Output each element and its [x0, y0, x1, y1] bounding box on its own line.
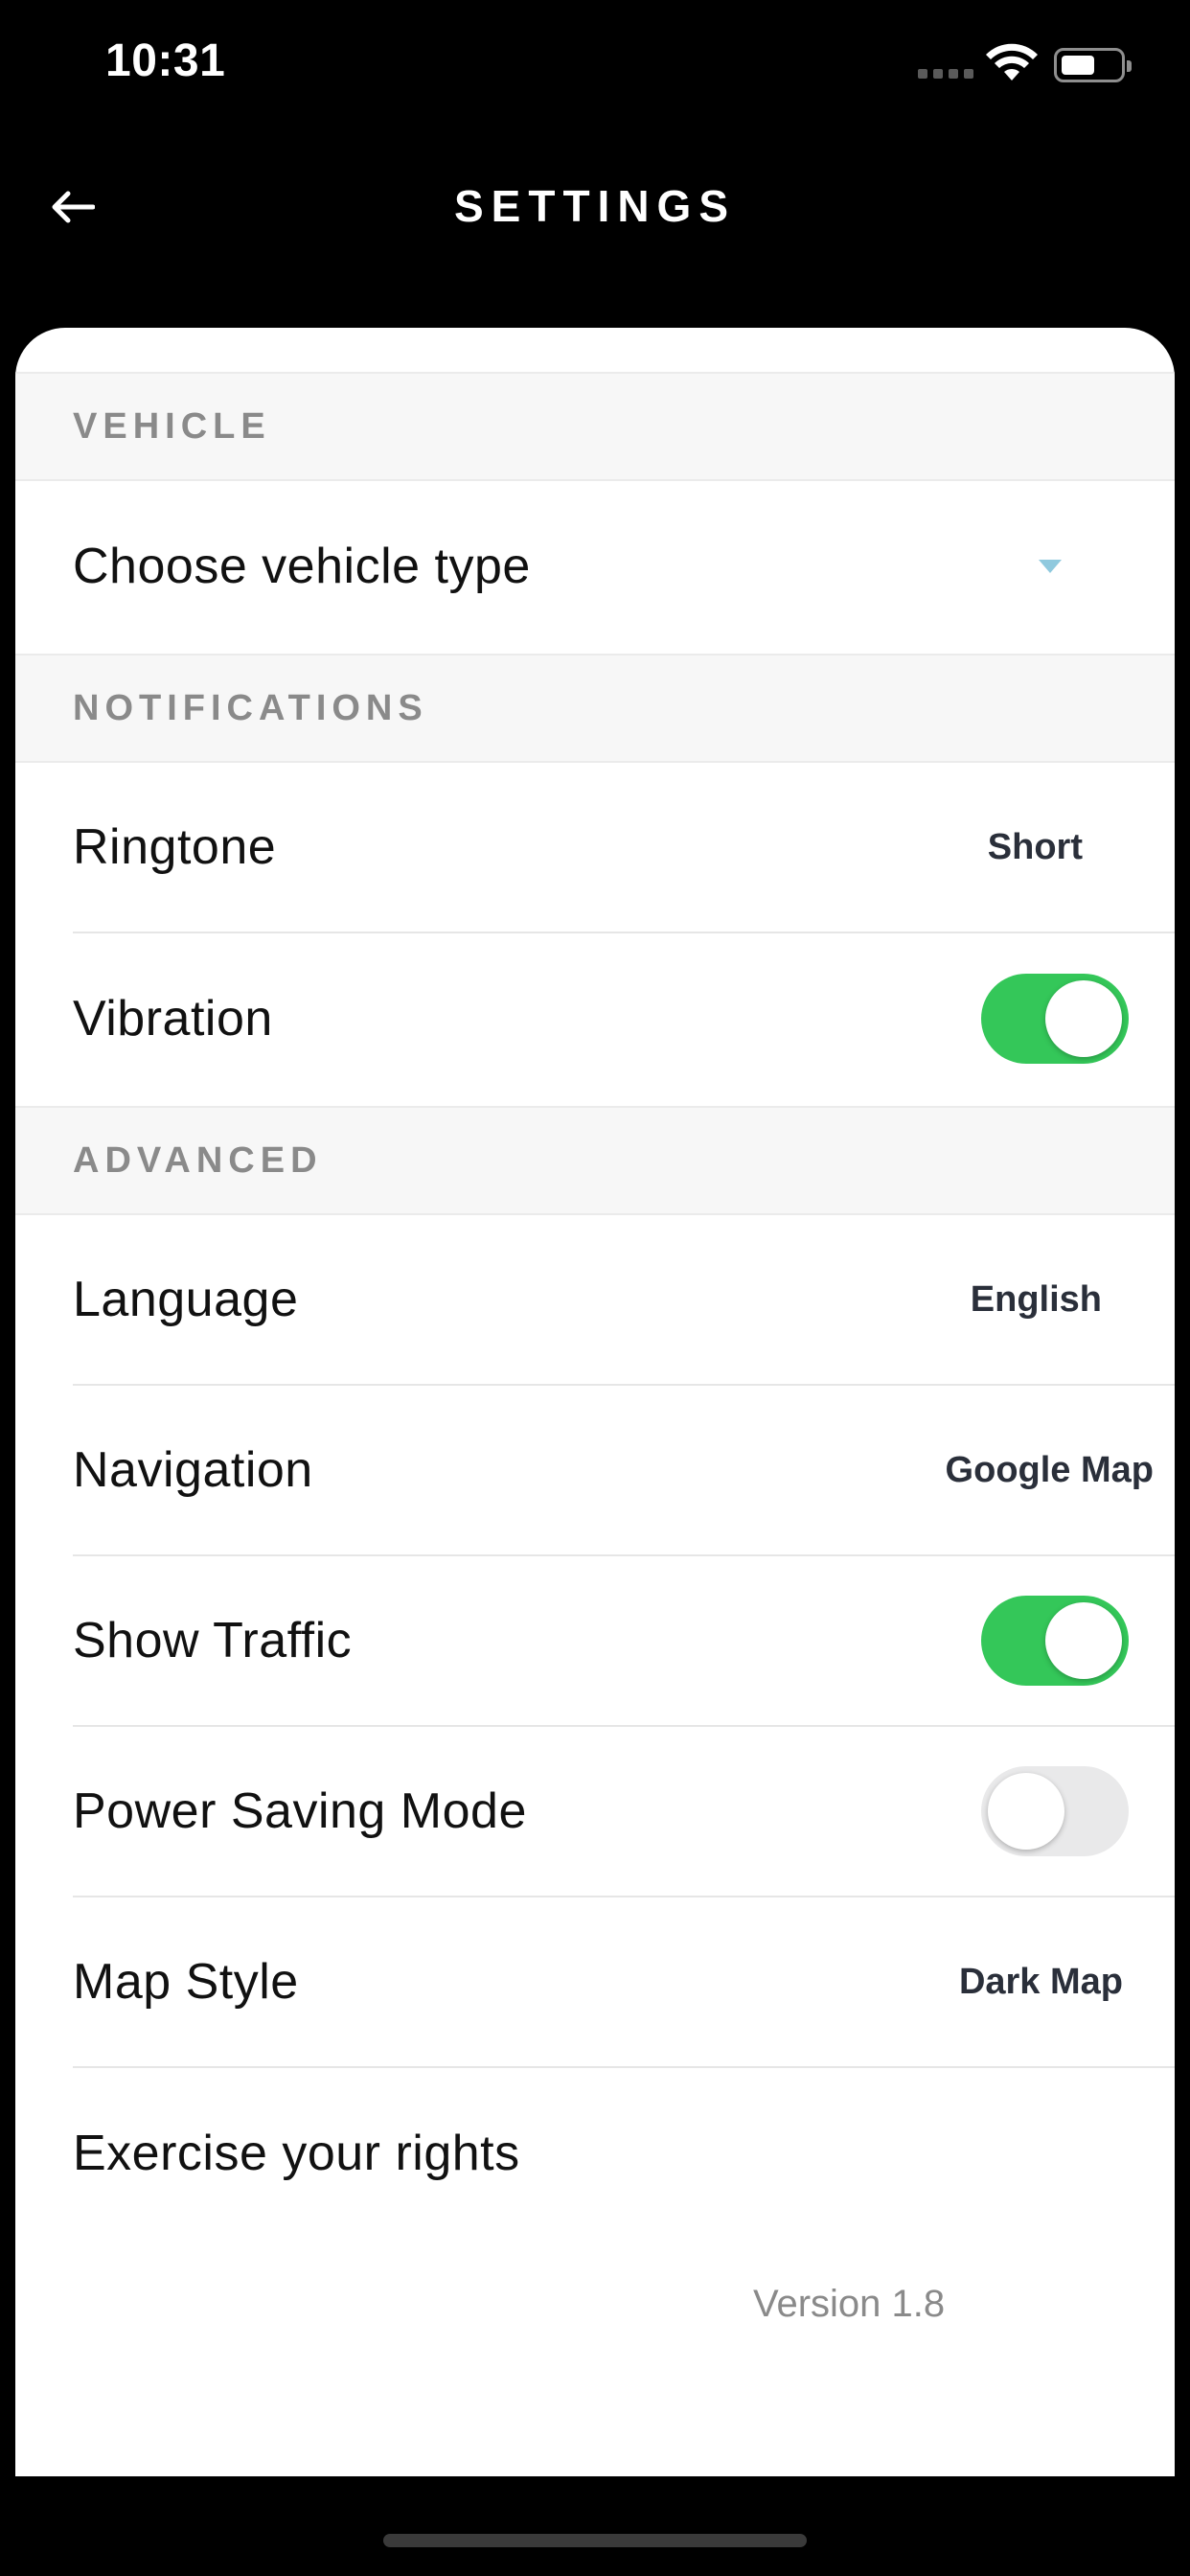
exercise-rights-row[interactable]: Exercise your rights	[73, 2068, 1175, 2239]
vehicle-type-dropdown[interactable]: Choose vehicle type	[73, 481, 1175, 652]
map-style-label: Map Style	[73, 1954, 299, 2010]
home-indicator[interactable]	[383, 2534, 807, 2547]
ringtone-label: Ringtone	[73, 819, 277, 875]
vibration-label: Vibration	[73, 991, 273, 1046]
map-style-value: Dark Map	[958, 1961, 1123, 2002]
section-header-advanced: ADVANCED	[15, 1106, 1175, 1215]
power-saving-label: Power Saving Mode	[73, 1783, 527, 1839]
app-version: Version 1.8	[753, 2283, 946, 2325]
show-traffic-label: Show Traffic	[73, 1613, 353, 1668]
settings-screen: 10:31 SETTINGS VEHICLE Choose vehicle ty…	[0, 0, 1190, 2576]
section-header-vehicle: VEHICLE	[15, 372, 1175, 481]
app-header: SETTINGS	[0, 153, 1190, 259]
dropdown-arrow-icon	[1039, 560, 1062, 573]
map-style-row[interactable]: Map Style Dark Map	[73, 1898, 1175, 2068]
ringtone-value: Short	[987, 826, 1083, 867]
vibration-row: Vibration	[73, 933, 1175, 1104]
language-label: Language	[73, 1272, 299, 1327]
ringtone-row[interactable]: Ringtone Short	[73, 763, 1175, 933]
status-time: 10:31	[105, 35, 226, 86]
settings-card: VEHICLE Choose vehicle type NOTIFICATION…	[15, 328, 1175, 2476]
wifi-icon	[986, 43, 1038, 80]
power-saving-toggle[interactable]	[981, 1766, 1129, 1856]
page-title: SETTINGS	[453, 181, 737, 231]
cellular-signal-icon	[918, 69, 973, 79]
section-header-notifications: NOTIFICATIONS	[15, 654, 1175, 763]
navigation-value: Google Map	[945, 1449, 1154, 1490]
vehicle-type-label: Choose vehicle type	[73, 539, 531, 594]
language-value: English	[970, 1278, 1102, 1320]
exercise-rights-label: Exercise your rights	[73, 2126, 520, 2181]
show-traffic-toggle[interactable]	[981, 1596, 1129, 1686]
battery-icon	[1054, 48, 1132, 82]
show-traffic-row: Show Traffic	[73, 1556, 1175, 1727]
vibration-toggle[interactable]	[981, 974, 1129, 1064]
power-saving-row: Power Saving Mode	[73, 1727, 1175, 1898]
navigation-label: Navigation	[73, 1442, 313, 1498]
language-row[interactable]: Language English	[73, 1215, 1175, 1386]
status-bar: 10:31	[0, 0, 1190, 134]
navigation-row[interactable]: Navigation Google Map	[73, 1386, 1175, 1556]
